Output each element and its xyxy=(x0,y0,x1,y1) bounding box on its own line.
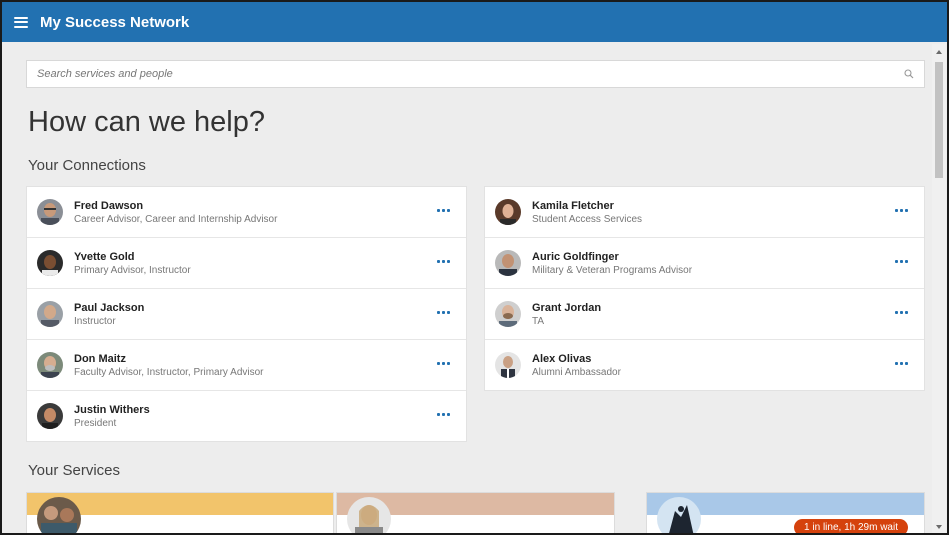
avatar xyxy=(37,352,63,378)
connection-row[interactable]: Auric Goldfinger Military & Veteran Prog… xyxy=(485,238,924,289)
connection-name: Yvette Gold xyxy=(74,251,135,263)
more-options-icon[interactable] xyxy=(895,209,908,212)
connection-name: Paul Jackson xyxy=(74,302,145,314)
connection-role: TA xyxy=(532,316,545,327)
connections-section-title: Your Connections xyxy=(28,157,146,174)
connection-role: Primary Advisor, Instructor xyxy=(74,265,191,276)
more-options-icon[interactable] xyxy=(895,260,908,263)
more-options-icon[interactable] xyxy=(437,209,450,212)
vertical-scrollbar[interactable] xyxy=(932,44,946,533)
connection-name: Alex Olivas xyxy=(532,353,592,365)
avatar xyxy=(495,250,521,276)
connection-row[interactable]: Justin Withers President xyxy=(27,391,466,442)
connection-name: Auric Goldfinger xyxy=(532,251,619,263)
avatar xyxy=(495,301,521,327)
scroll-thumb[interactable] xyxy=(935,62,943,178)
more-options-icon[interactable] xyxy=(437,413,450,416)
connection-row[interactable]: Fred Dawson Career Advisor, Career and I… xyxy=(27,187,466,238)
avatar xyxy=(495,199,521,225)
top-bar: My Success Network xyxy=(2,2,947,42)
hamburger-menu-icon[interactable] xyxy=(14,16,28,28)
connection-row[interactable]: Alex Olivas Alumni Ambassador xyxy=(485,340,924,391)
connection-row[interactable]: Yvette Gold Primary Advisor, Instructor xyxy=(27,238,466,289)
connection-role: Military & Veteran Programs Advisor xyxy=(532,265,693,276)
avatar xyxy=(37,199,63,225)
app-title: My Success Network xyxy=(40,13,190,31)
connection-name: Fred Dawson xyxy=(74,200,144,212)
connection-role: Alumni Ambassador xyxy=(532,367,621,378)
connection-role: Career Advisor, Career and Internship Ad… xyxy=(74,214,278,225)
connection-role: President xyxy=(74,418,117,429)
wait-status-badge: 1 in line, 1h 29m wait xyxy=(794,519,908,533)
service-card[interactable] xyxy=(26,492,334,533)
connection-row[interactable]: Don Maitz Faculty Advisor, Instructor, P… xyxy=(27,340,466,391)
connection-role: Instructor xyxy=(74,316,116,327)
search-icon[interactable] xyxy=(904,69,914,79)
climber-photo-icon xyxy=(657,497,701,533)
connection-row[interactable]: Paul Jackson Instructor xyxy=(27,289,466,340)
more-options-icon[interactable] xyxy=(437,260,450,263)
avatar xyxy=(37,403,63,429)
avatar xyxy=(37,250,63,276)
connection-row[interactable]: Kamila Fletcher Student Access Services xyxy=(485,187,924,238)
connection-name: Grant Jordan xyxy=(532,302,602,314)
more-options-icon[interactable] xyxy=(437,311,450,314)
app-window: My Success Network How can we help? Your… xyxy=(0,0,949,535)
group-photo-icon xyxy=(37,497,81,533)
connection-row[interactable]: Grant Jordan TA xyxy=(485,289,924,340)
service-card[interactable]: 1 in line, 1h 29m wait xyxy=(646,492,925,533)
scroll-up-arrow-icon[interactable] xyxy=(936,50,942,54)
scroll-down-arrow-icon[interactable] xyxy=(936,525,942,529)
more-options-icon[interactable] xyxy=(437,362,450,365)
connections-card-right: Kamila Fletcher Student Access Services … xyxy=(484,186,925,391)
connection-role: Student Access Services xyxy=(532,214,643,225)
more-options-icon[interactable] xyxy=(895,362,908,365)
person-photo-icon xyxy=(347,497,391,533)
avatar xyxy=(495,352,521,378)
page-heading: How can we help? xyxy=(28,106,265,138)
connection-name: Don Maitz xyxy=(74,353,126,365)
search-bar[interactable] xyxy=(26,60,925,88)
service-card[interactable] xyxy=(336,492,615,533)
avatar xyxy=(37,301,63,327)
connections-card-left: Fred Dawson Career Advisor, Career and I… xyxy=(26,186,467,442)
more-options-icon[interactable] xyxy=(895,311,908,314)
connection-name: Justin Withers xyxy=(74,404,150,416)
connection-name: Kamila Fletcher xyxy=(532,200,614,212)
services-section-title: Your Services xyxy=(28,462,120,479)
search-input[interactable] xyxy=(37,68,904,80)
connection-role: Faculty Advisor, Instructor, Primary Adv… xyxy=(74,367,264,378)
